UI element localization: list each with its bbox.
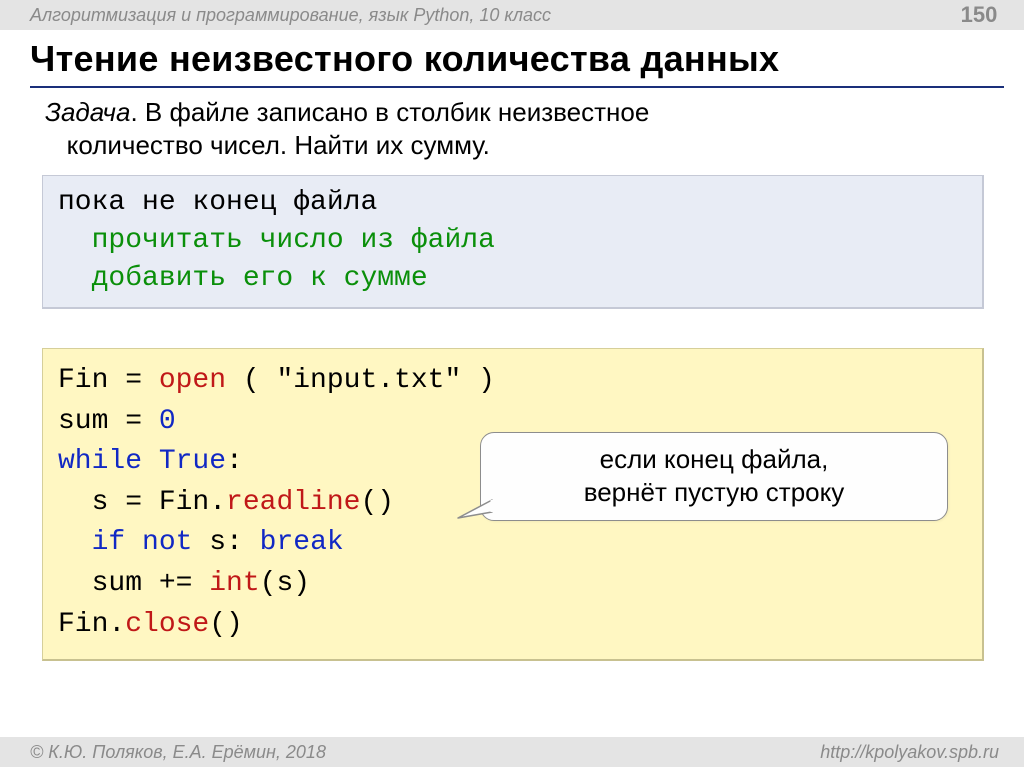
code-l5sp1	[125, 527, 142, 558]
code-l7b: ()	[209, 609, 243, 640]
code-l6a: sum +=	[58, 568, 209, 599]
code-zero: 0	[159, 406, 176, 437]
course-label: Алгоритмизация и программирование, язык …	[30, 5, 551, 26]
task-label: Задача	[45, 97, 130, 127]
code-l1a: Fin =	[58, 365, 159, 396]
callout-bubble: если конец файла, вернёт пустую строку	[480, 432, 948, 521]
code-l2a: sum =	[58, 406, 159, 437]
code-break: break	[260, 527, 344, 558]
code-l3sp	[142, 446, 159, 477]
callout-line-2: вернёт пустую строку	[584, 477, 845, 507]
task-text-2: количество чисел. Найти их сумму.	[67, 130, 490, 160]
code-l5s: s:	[192, 527, 259, 558]
pseudocode-box: пока не конец файла прочитать число из ф…	[42, 175, 984, 309]
footer-bar: © К.Ю. Поляков, Е.А. Ерёмин, 2018 http:/…	[0, 737, 1024, 767]
code-l1b: ( "input.txt" )	[226, 365, 495, 396]
top-bar: Алгоритмизация и программирование, язык …	[0, 0, 1024, 30]
code-l7a: Fin.	[58, 609, 125, 640]
code-l3colon: :	[226, 446, 243, 477]
code-l4b: ()	[360, 487, 394, 518]
footer-url: http://kpolyakov.spb.ru	[820, 742, 999, 763]
callout-tail-icon	[454, 496, 492, 522]
code-while: while	[58, 446, 142, 477]
footer-copyright: © К.Ю. Поляков, Е.А. Ерёмин, 2018	[30, 742, 326, 763]
code-readline: readline	[226, 487, 360, 518]
code-l5indent	[58, 527, 92, 558]
pseudo-line-2: прочитать число из файла	[58, 225, 495, 256]
task-paragraph: Задача. В файле записано в столбик неизв…	[45, 96, 994, 161]
slide: Алгоритмизация и программирование, язык …	[0, 0, 1024, 767]
code-close: close	[125, 609, 209, 640]
task-text-1: . В файле записано в столбик неизвестное	[130, 97, 649, 127]
slide-title: Чтение неизвестного количества данных	[30, 38, 1004, 88]
code-true: True	[159, 446, 226, 477]
page-number: 150	[954, 2, 1004, 28]
callout-line-1: если конец файла,	[600, 444, 829, 474]
code-if: if	[92, 527, 126, 558]
code-int: int	[209, 568, 259, 599]
pseudo-line-1: пока не конец файла	[58, 187, 377, 218]
pseudo-line-3: добавить его к сумме	[58, 263, 428, 294]
code-not: not	[142, 527, 192, 558]
code-open: open	[159, 365, 226, 396]
code-l4a: s = Fin.	[58, 487, 226, 518]
code-l6b: (s)	[260, 568, 310, 599]
